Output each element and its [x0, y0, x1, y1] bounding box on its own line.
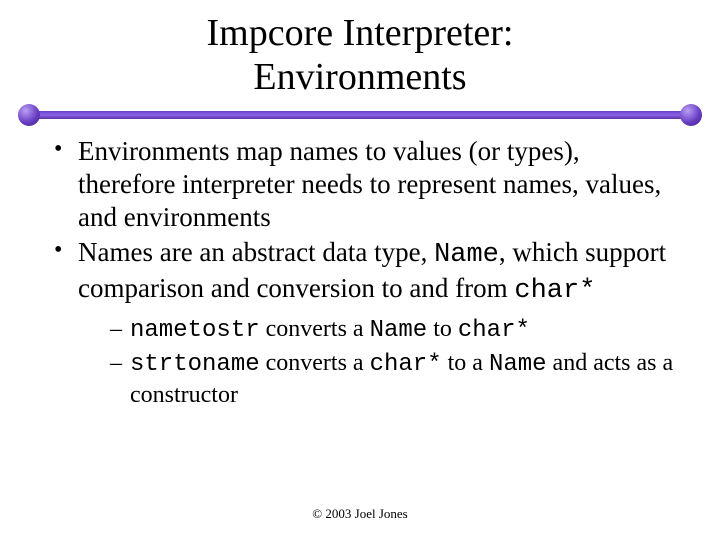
bullet-2-text-pre: Names are an abstract data type,: [78, 237, 434, 267]
bullet-1-text: Environments map names to values (or typ…: [78, 136, 661, 232]
sub-item-2: strtoname converts a char* to a Name and…: [110, 348, 680, 410]
sub2-mid2: to a: [442, 350, 489, 376]
bullet-list: Environments map names to values (or typ…: [50, 135, 680, 410]
code-name-3: Name: [489, 351, 547, 378]
slide-body: Environments map names to values (or typ…: [50, 135, 680, 412]
bullet-item-1: Environments map names to values (or typ…: [50, 135, 680, 234]
code-charstar-3: char*: [370, 351, 442, 378]
divider-cap-right: [680, 104, 702, 126]
sub1-mid2: to: [427, 316, 458, 342]
code-strtoname: strtoname: [130, 351, 260, 378]
sub1-mid: converts a: [260, 316, 370, 342]
slide-title: Impcore Interpreter: Environments: [0, 0, 720, 99]
divider-cap-left: [18, 104, 40, 126]
sub-bullet-list: nametostr converts a Name to char* strto…: [78, 314, 680, 410]
bullet-item-2: Names are an abstract data type, Name, w…: [50, 236, 680, 410]
divider-bar: [24, 111, 696, 119]
code-charstar: char*: [514, 276, 595, 306]
slide: Impcore Interpreter: Environments Enviro…: [0, 0, 720, 540]
sub-item-1: nametostr converts a Name to char*: [110, 314, 680, 346]
code-name-2: Name: [370, 317, 428, 344]
sub2-mid: converts a: [260, 350, 370, 376]
code-charstar-2: char*: [458, 317, 530, 344]
copyright-text: © 2003 Joel Jones: [312, 506, 407, 521]
code-nametostr: nametostr: [130, 317, 260, 344]
title-divider: [24, 105, 696, 125]
slide-footer: © 2003 Joel Jones: [0, 506, 720, 522]
title-line-2: Environments: [253, 56, 466, 98]
code-name: Name: [434, 240, 499, 270]
title-line-1: Impcore Interpreter:: [207, 12, 514, 54]
